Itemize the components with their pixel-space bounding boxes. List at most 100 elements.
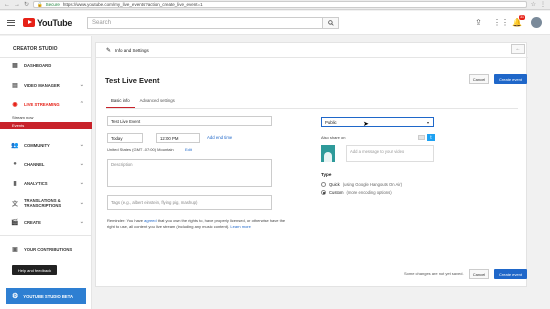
event-card: ✎ Info and Settings Test Live Event Canc… bbox=[95, 42, 528, 287]
learn-more-link[interactable]: Learn more bbox=[230, 224, 250, 229]
tags-field[interactable]: Tags (e.g., albert einstein, flying pig,… bbox=[107, 195, 272, 210]
notifications-bell-icon[interactable]: 🔔 31 bbox=[512, 15, 525, 27]
privacy-selected-value: Public bbox=[325, 120, 337, 125]
reminder-text: Reminder: You have bbox=[107, 218, 144, 223]
reminder-text: right to use, all content you live strea… bbox=[107, 224, 230, 229]
youtube-play-icon bbox=[23, 18, 35, 27]
reload-icon[interactable]: ↻ bbox=[24, 1, 29, 8]
cancel-button[interactable]: Cancel bbox=[469, 74, 489, 84]
hamburger-menu-icon[interactable] bbox=[7, 19, 15, 26]
sidebar-subitem-events[interactable]: Events bbox=[0, 122, 92, 129]
add-end-time-link[interactable]: Add end time bbox=[207, 135, 232, 140]
dropdown-arrow-icon: ▾ bbox=[426, 120, 429, 125]
sidebar-item-channel[interactable]: ● CHANNEL ⌄ bbox=[0, 159, 92, 169]
sidebar-item-label: DASHBOARD bbox=[24, 62, 52, 68]
type-option-custom[interactable]: Custom (more encoding options) bbox=[321, 190, 392, 195]
chevron-down-icon: ⌄ bbox=[79, 142, 84, 148]
notification-badge: 31 bbox=[519, 15, 525, 20]
also-share-label: Also share on bbox=[321, 135, 346, 140]
sidebar-item-translations[interactable]: 文 TRANSLATIONS & TRANSCRIPTIONS ⌄ bbox=[0, 196, 92, 210]
sidebar-title: CREATOR STUDIO bbox=[13, 46, 58, 52]
translations-icon: 文 bbox=[12, 201, 19, 208]
custom-label: Custom bbox=[329, 190, 344, 195]
chevron-down-icon: ⌄ bbox=[79, 180, 84, 186]
sidebar-item-label: COMMUNITY bbox=[24, 142, 50, 148]
youtube-wordmark: YouTube bbox=[37, 17, 73, 28]
youtube-studio-beta-button[interactable]: ⚙ YOUTUBE STUDIO BETA bbox=[6, 288, 86, 304]
youtube-logo[interactable]: YouTube bbox=[23, 18, 72, 28]
chevron-up-icon: ⌃ bbox=[79, 101, 84, 107]
time-field[interactable]: 12:00 PM bbox=[156, 133, 200, 143]
date-field[interactable]: Today bbox=[107, 133, 143, 143]
reminder-line-2: right to use, all content you live strea… bbox=[107, 224, 251, 229]
search-icon bbox=[327, 20, 334, 26]
quick-note: (using Google Hangouts On Air) bbox=[342, 182, 403, 187]
sidebar-item-label: TRANSLATIONS & TRANSCRIPTIONS bbox=[24, 198, 62, 208]
privacy-select[interactable]: Public ▾ bbox=[321, 117, 434, 127]
page-title: Test Live Event bbox=[105, 76, 160, 85]
sidebar-item-live-streaming[interactable]: ◉ LIVE STREAMING ⌃ bbox=[0, 99, 92, 109]
apps-grid-icon[interactable]: ⋮⋮ bbox=[493, 18, 509, 27]
mouse-cursor-icon: ➤ bbox=[363, 121, 369, 128]
contributions-icon: ▣ bbox=[12, 246, 18, 253]
main-content: ✎ Info and Settings Test Live Event Canc… bbox=[93, 36, 550, 309]
search-button[interactable] bbox=[323, 17, 339, 29]
creator-studio-sidebar: CREATOR STUDIO ▦ DASHBOARD ▤ VIDEO MANAG… bbox=[0, 36, 92, 309]
bookmark-star-icon[interactable]: ☆ bbox=[531, 1, 536, 8]
sidebar-item-label: ANALYTICS bbox=[24, 180, 48, 186]
community-icon: 👥 bbox=[11, 142, 19, 149]
twitter-icon[interactable]: t bbox=[427, 134, 435, 141]
agreed-link[interactable]: agreed bbox=[144, 218, 156, 223]
quick-label: Quick bbox=[329, 182, 340, 187]
card-header: ✎ Info and Settings bbox=[96, 43, 528, 58]
description-field[interactable]: Description bbox=[107, 159, 272, 187]
help-and-feedback-button[interactable]: Help and feedback bbox=[12, 265, 57, 275]
radio-quick[interactable] bbox=[321, 182, 326, 187]
cancel-button-bottom[interactable]: Cancel bbox=[469, 269, 489, 279]
sidebar-item-video-manager[interactable]: ▤ VIDEO MANAGER ⌄ bbox=[0, 80, 92, 90]
title-field[interactable]: Test Live Event bbox=[107, 116, 272, 126]
search-input[interactable]: Search bbox=[87, 17, 323, 29]
channel-icon: ● bbox=[13, 161, 17, 167]
chevron-down-icon: ⌄ bbox=[79, 219, 84, 225]
unsaved-changes-note: Some changes are not yet saved. bbox=[404, 271, 464, 276]
timezone-text: United States (GMT -07:00) Mountain bbox=[107, 147, 174, 152]
sidebar-item-analytics[interactable]: ▮ ANALYTICS ⌄ bbox=[0, 178, 92, 188]
sidebar-item-community[interactable]: 👥 COMMUNITY ⌄ bbox=[0, 140, 92, 150]
beta-label: YOUTUBE STUDIO BETA bbox=[23, 293, 73, 299]
back-arrow-icon[interactable]: ← bbox=[4, 2, 10, 8]
share-message-input[interactable]: Add a message to your video bbox=[346, 145, 434, 162]
back-button[interactable]: ← bbox=[511, 44, 525, 54]
radio-custom[interactable] bbox=[321, 190, 326, 195]
sidebar-item-label: CREATE bbox=[24, 219, 41, 225]
create-event-button-bottom[interactable]: Create event bbox=[494, 269, 527, 279]
lock-icon: 🔒 bbox=[37, 1, 43, 7]
menu-dots-icon[interactable]: ⋮ bbox=[540, 1, 546, 8]
type-heading: Type bbox=[321, 172, 332, 177]
sidebar-item-label: VIDEO MANAGER bbox=[24, 82, 60, 88]
address-bar[interactable]: 🔒 Secure https://www.youtube.com/my_live… bbox=[33, 1, 527, 8]
sidebar-item-label: LIVE STREAMING bbox=[24, 101, 60, 107]
create-event-button[interactable]: Create event bbox=[494, 74, 527, 84]
chevron-down-icon: ⌄ bbox=[79, 161, 84, 167]
tab-divider bbox=[106, 108, 518, 109]
dashboard-icon: ▦ bbox=[12, 62, 18, 69]
share-toggle[interactable] bbox=[418, 135, 425, 140]
url-text: https://www.youtube.com/my_live_events?a… bbox=[62, 2, 203, 7]
create-icon: 🎬 bbox=[11, 219, 19, 226]
sidebar-item-dashboard[interactable]: ▦ DASHBOARD bbox=[0, 60, 92, 70]
sidebar-item-label: YOUR CONTRIBUTIONS bbox=[24, 246, 73, 252]
upload-icon[interactable]: ⇪ bbox=[474, 18, 483, 27]
reminder-line-1: Reminder: You have agreed that you own t… bbox=[107, 218, 285, 223]
account-avatar[interactable] bbox=[531, 17, 542, 28]
forward-arrow-icon[interactable]: → bbox=[14, 2, 20, 8]
channel-avatar bbox=[321, 145, 335, 162]
chevron-down-icon: ⌄ bbox=[79, 200, 84, 206]
type-option-quick[interactable]: Quick (using Google Hangouts On Air) bbox=[321, 182, 402, 187]
sidebar-item-create[interactable]: 🎬 CREATE ⌄ bbox=[0, 217, 92, 227]
sidebar-subitem-stream-now[interactable]: Stream now bbox=[0, 114, 92, 121]
gear-icon: ⚙ bbox=[12, 293, 19, 300]
sidebar-item-your-contributions[interactable]: ▣ YOUR CONTRIBUTIONS bbox=[0, 244, 92, 254]
edit-timezone-link[interactable]: Edit bbox=[185, 147, 192, 152]
reminder-text: that you own the rights to, have properl… bbox=[157, 218, 286, 223]
